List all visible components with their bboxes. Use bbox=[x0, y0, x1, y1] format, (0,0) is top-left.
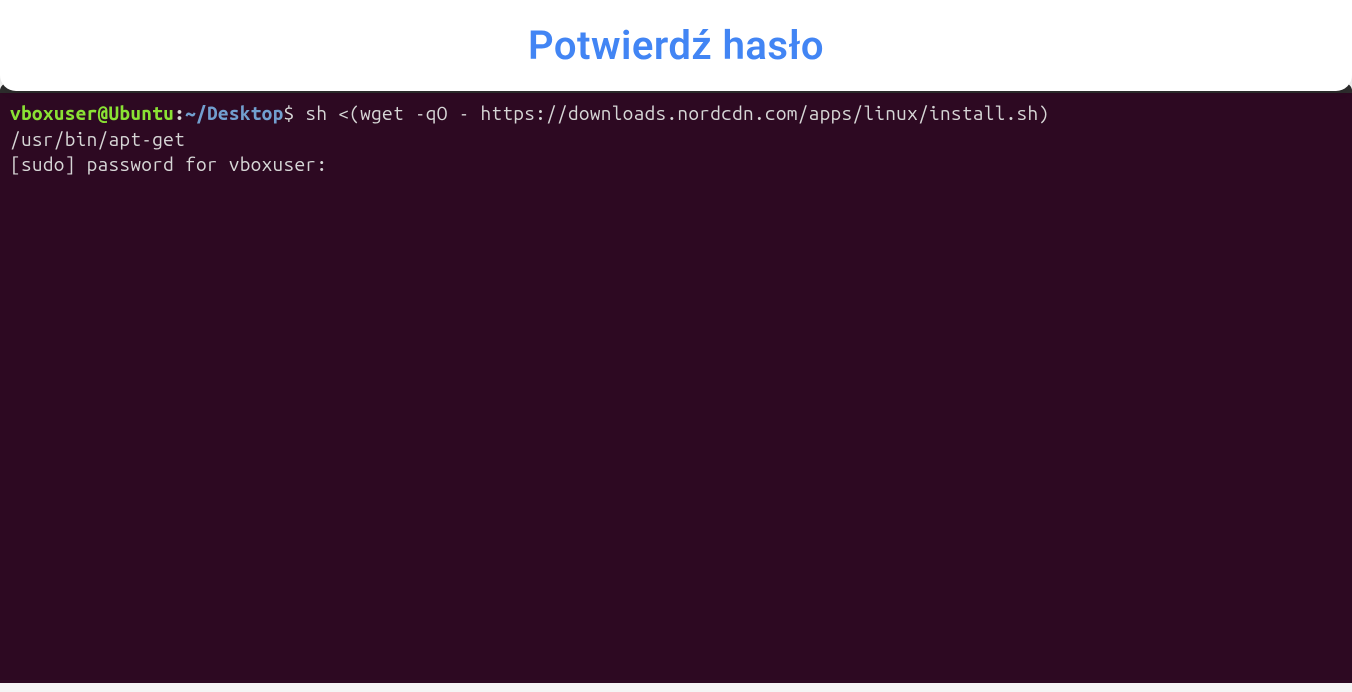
instruction-title: Potwierdź hasło bbox=[20, 22, 1332, 69]
command-text: sh <(wget -qO - https://downloads.nordcd… bbox=[294, 102, 1049, 124]
terminal-output-line-1: /usr/bin/apt-get bbox=[10, 127, 1342, 153]
terminal-body[interactable]: vboxuser@Ubuntu:~/Desktop$ sh <(wget -qO… bbox=[0, 93, 1352, 683]
terminal-window: vboxuser@Ubuntu:~/Desktop$ sh <(wget -qO… bbox=[0, 83, 1352, 683]
prompt-symbol: $ bbox=[284, 102, 295, 124]
prompt-user-host: vboxuser@Ubuntu bbox=[10, 102, 174, 124]
prompt-path: ~/Desktop bbox=[185, 102, 283, 124]
terminal-prompt-line: vboxuser@Ubuntu:~/Desktop$ sh <(wget -qO… bbox=[10, 101, 1342, 127]
instruction-header: Potwierdź hasło bbox=[0, 0, 1352, 91]
terminal-output-line-2: [sudo] password for vboxuser: bbox=[10, 152, 1342, 178]
prompt-separator: : bbox=[174, 102, 185, 124]
